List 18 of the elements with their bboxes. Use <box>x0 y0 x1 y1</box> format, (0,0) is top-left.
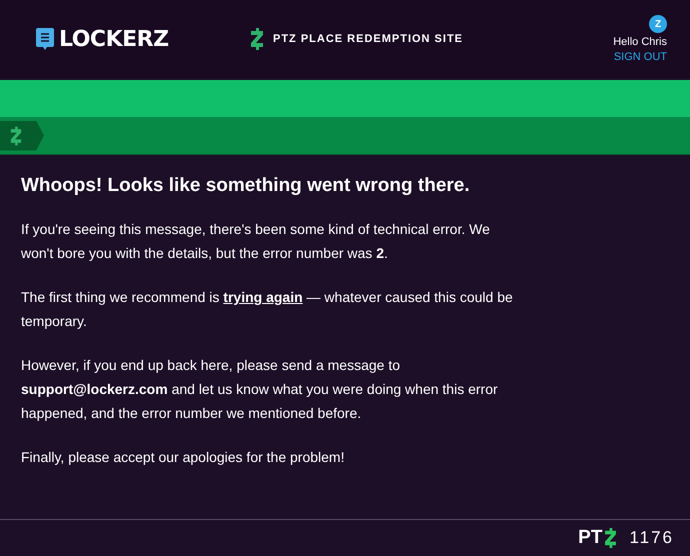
z-icon <box>10 126 22 146</box>
z-icon <box>250 28 264 50</box>
error-paragraph: The first thing we recommend is trying again — whatever caused this could be temporary. <box>21 288 514 331</box>
error-paragraph: If you're seeing this message, there's been some kind of technical error. We won't bore you with the details, but the error number was 2. <box>21 220 491 263</box>
greeting: Hello Chris <box>613 36 667 48</box>
z-tab[interactable] <box>0 120 45 150</box>
error-heading: Whoops! Looks like something went wrong there. <box>21 175 471 197</box>
avatar-badge: Z <box>649 15 667 33</box>
try-again-link[interactable]: trying again <box>223 289 303 305</box>
z-icon <box>604 528 618 548</box>
logo[interactable]: LOCKERZ <box>59 26 169 52</box>
ptz-logo-text: PT <box>578 527 602 549</box>
sign-out-link[interactable]: SIGN OUT <box>614 51 667 63</box>
points-balance: 1176 <box>629 528 674 548</box>
error-paragraph: However, if you end up back here, please send a message to support@lockerz.com and let us know what you were doing when this error happened, and the error number we mentioned before. <box>21 356 499 423</box>
speech-bubble-icon <box>35 27 55 51</box>
error-paragraph: Finally, please accept our apologies for the problem! <box>21 448 346 467</box>
site-title: PTZ PLACE REDEMPTION SITE <box>273 33 464 45</box>
